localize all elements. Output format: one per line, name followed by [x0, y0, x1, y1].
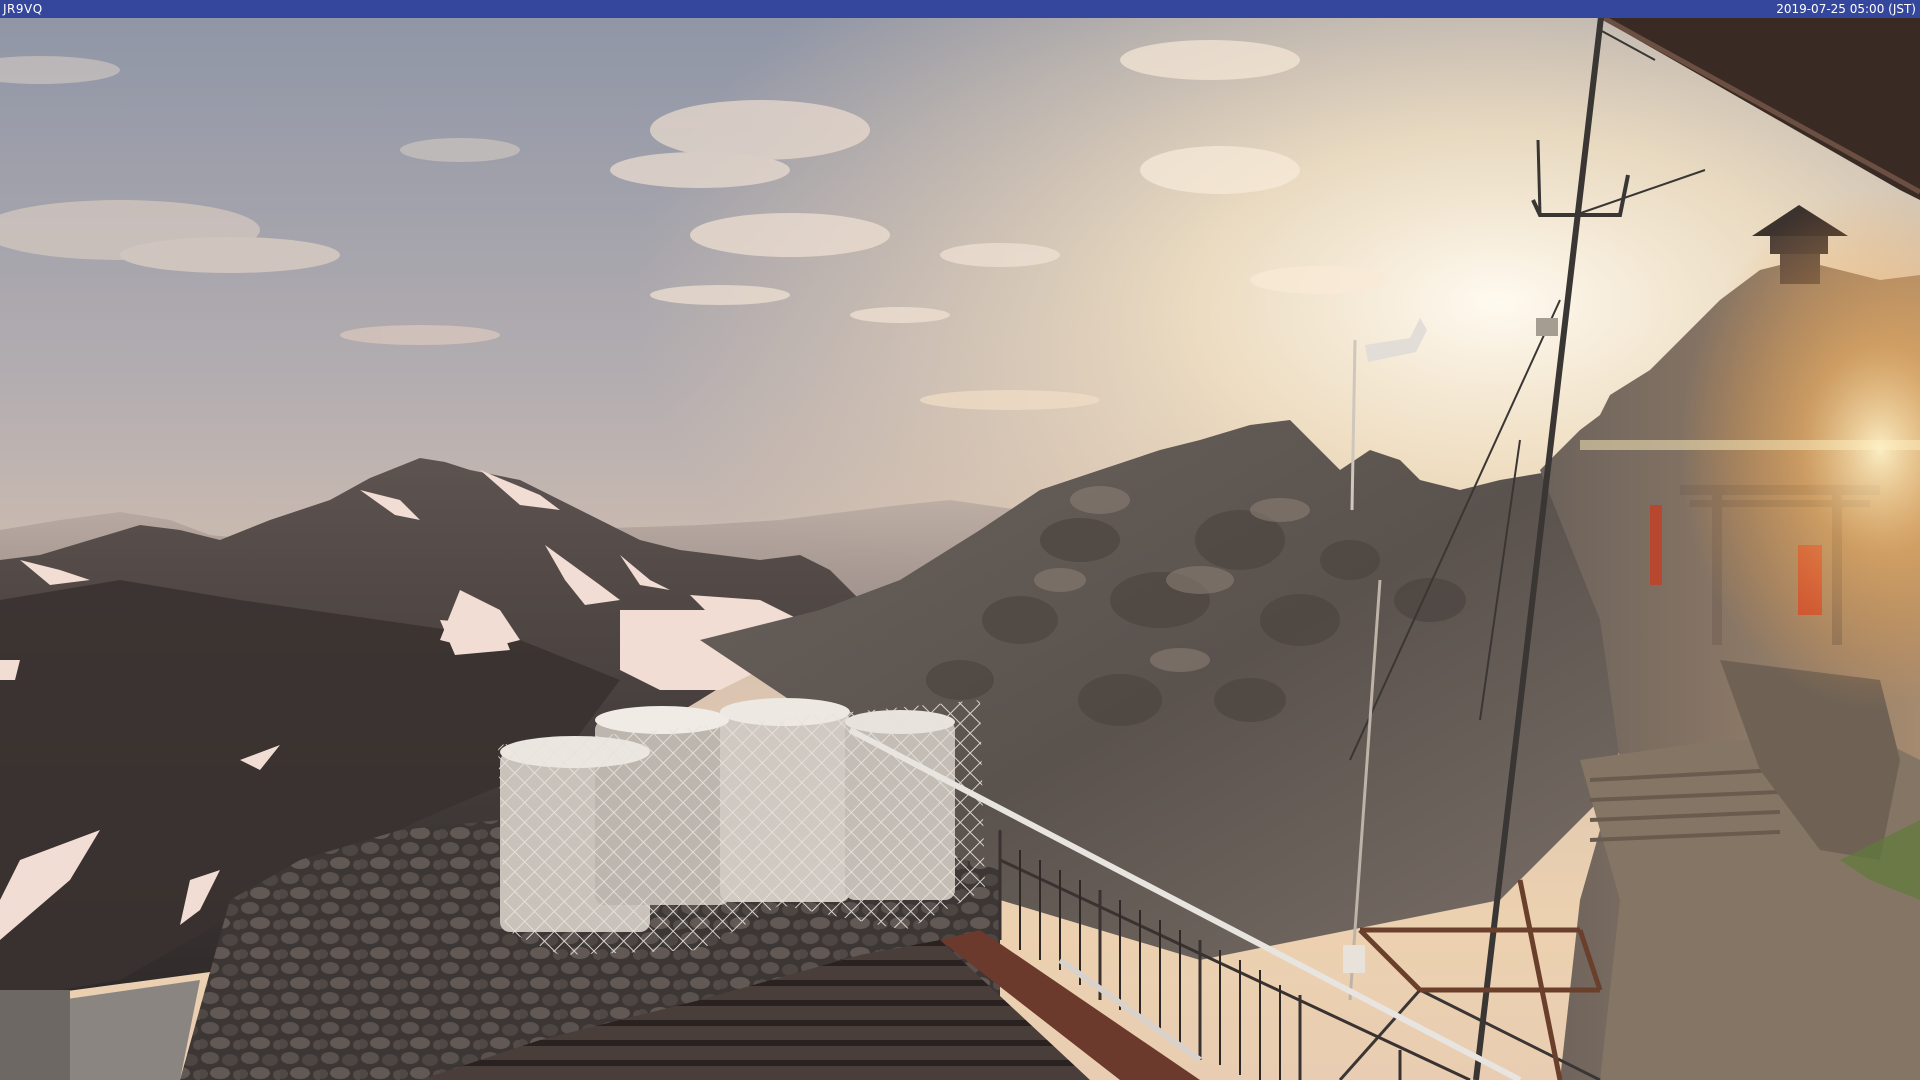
cargo-net — [498, 700, 985, 955]
lens-flare-streak — [1580, 440, 1920, 450]
webcam-frame: JR9VQ 2019-07-25 05:00 (JST) — [0, 0, 1920, 1080]
small-sign — [1343, 945, 1365, 973]
corner-pipe — [0, 990, 70, 1080]
station-callsign: JR9VQ — [3, 2, 43, 16]
camera-info-bar: JR9VQ 2019-07-25 05:00 (JST) — [0, 0, 1920, 18]
capture-timestamp: 2019-07-25 05:00 (JST) — [1776, 2, 1916, 16]
antenna-junction-box — [1536, 318, 1558, 336]
mountain-sunrise-photo — [0, 0, 1920, 1080]
red-banner — [1650, 505, 1662, 585]
